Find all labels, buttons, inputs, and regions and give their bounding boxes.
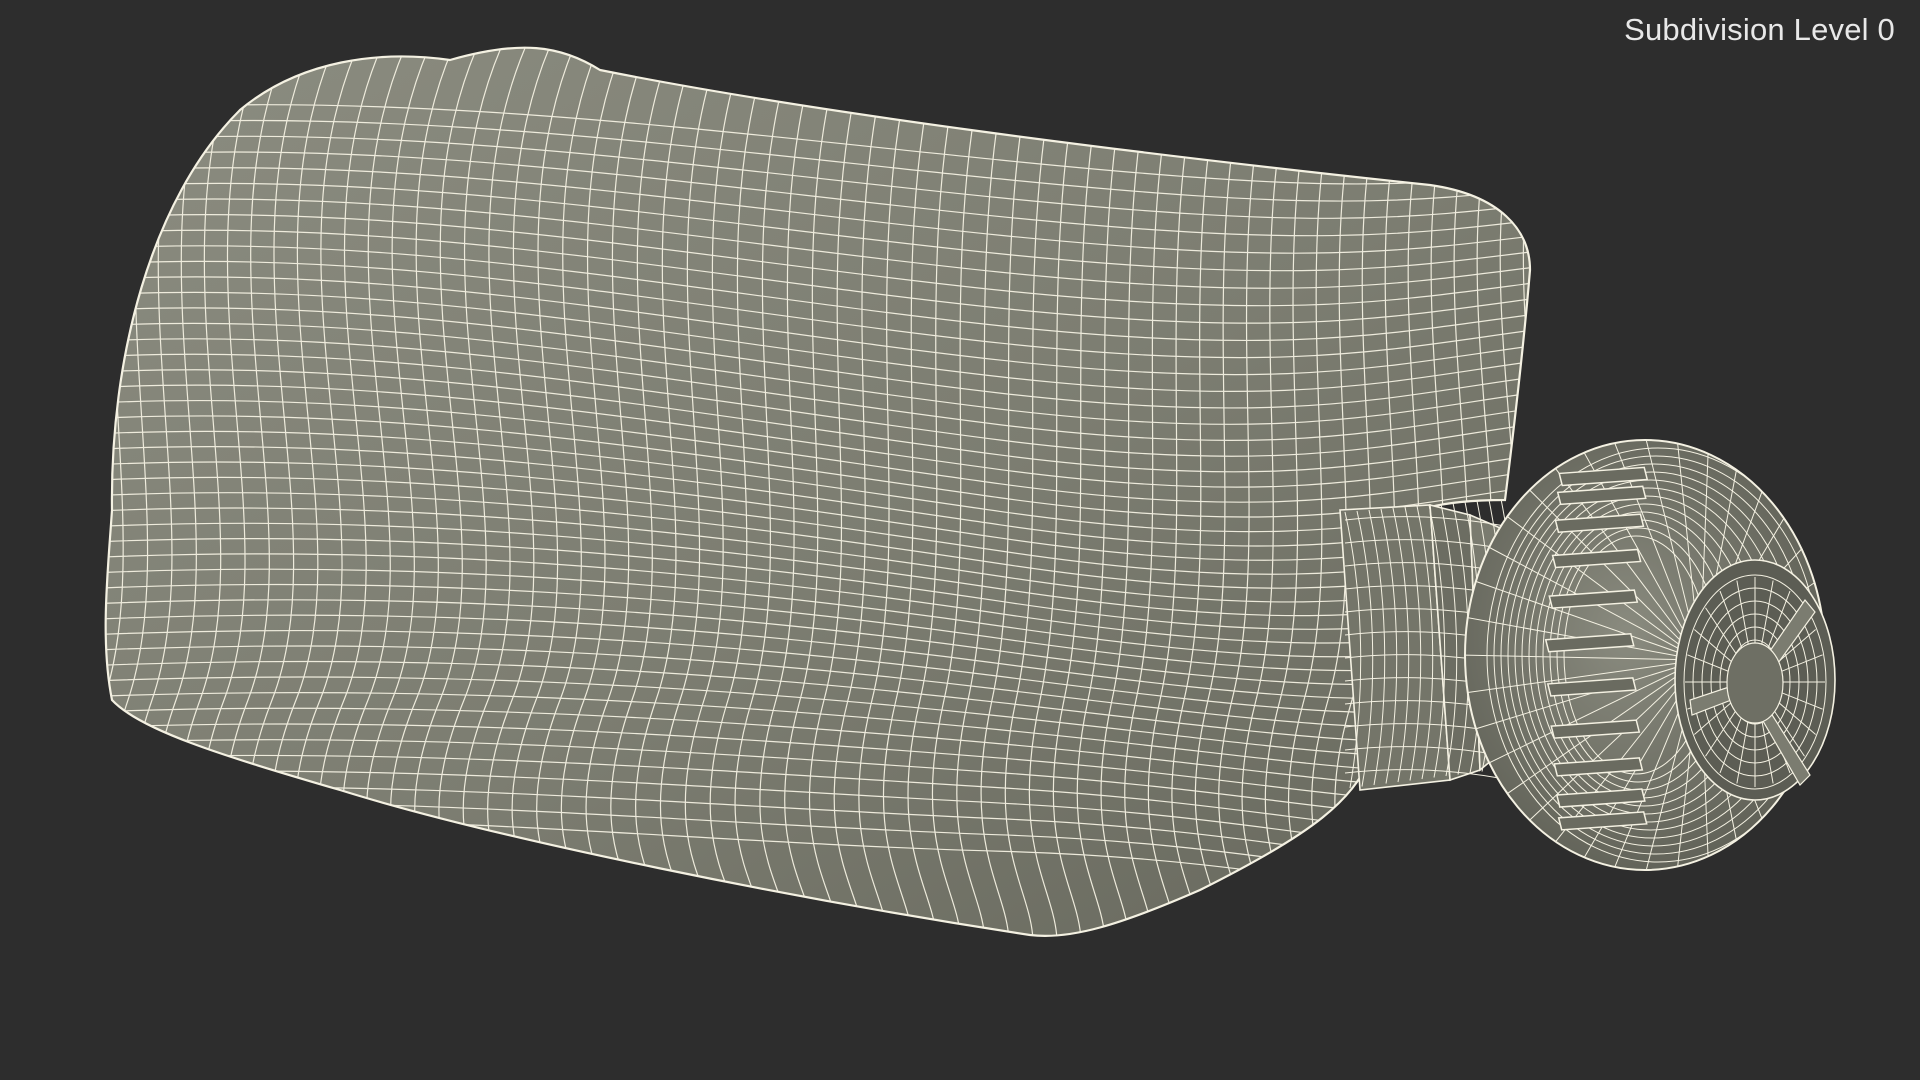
- 3d-viewport[interactable]: Subdivision Level 0: [0, 0, 1920, 1080]
- bottle-body: [104, 46, 1532, 938]
- cap-center-hub: [1726, 642, 1784, 724]
- subdivision-level-label: Subdivision Level 0: [1624, 12, 1895, 47]
- wireframe-bottle-model: [104, 46, 1836, 938]
